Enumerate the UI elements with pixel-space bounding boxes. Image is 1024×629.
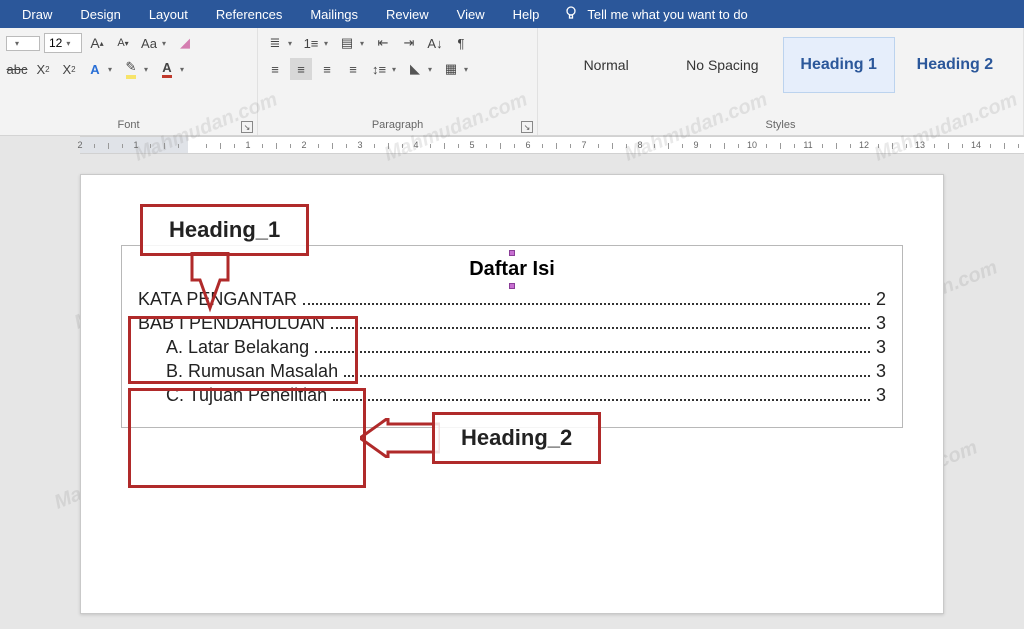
- group-paragraph-label: Paragraph: [372, 119, 423, 131]
- align-left-button[interactable]: ≡: [264, 58, 286, 80]
- ruler-number: 5: [469, 140, 474, 150]
- increase-font-button[interactable]: A▴: [86, 32, 108, 54]
- style-heading-2[interactable]: Heading 2: [899, 37, 1011, 93]
- ruler-number: 7: [581, 140, 586, 150]
- highlight-button[interactable]: ✎: [120, 58, 142, 80]
- resize-handle-icon[interactable]: [509, 250, 515, 256]
- annotation-arrow-icon: [180, 252, 240, 322]
- paragraph-launcher[interactable]: ↘: [521, 121, 533, 133]
- tab-layout[interactable]: Layout: [135, 0, 202, 28]
- align-right-button[interactable]: ≡: [316, 58, 338, 80]
- group-styles-label: Styles: [766, 119, 796, 131]
- sort-button[interactable]: A↓: [424, 32, 446, 54]
- tab-references[interactable]: References: [202, 0, 296, 28]
- ruler-number: 2: [301, 140, 306, 150]
- annotation-arrow-icon: [360, 418, 440, 458]
- increase-indent-button[interactable]: ⇥: [398, 32, 420, 54]
- toc-row-h1[interactable]: KATA PENGANTAR2: [138, 289, 886, 310]
- resize-handle-icon[interactable]: [509, 283, 515, 289]
- tab-review[interactable]: Review: [372, 0, 443, 28]
- strikethrough-button[interactable]: abc: [6, 58, 28, 80]
- align-center-button[interactable]: ≡: [290, 58, 312, 80]
- ribbon-tabs: Draw Design Layout References Mailings R…: [0, 0, 1024, 28]
- ruler-number: 9: [693, 140, 698, 150]
- text-effects-button[interactable]: A: [84, 58, 106, 80]
- annotation-heading2-box: [128, 388, 366, 488]
- tab-mailings[interactable]: Mailings: [296, 0, 372, 28]
- shading-button[interactable]: ◣: [404, 58, 426, 80]
- font-size-combo[interactable]: 12▾: [44, 33, 82, 53]
- ruler-number: 1: [245, 140, 250, 150]
- font-name-combo[interactable]: ▾: [6, 36, 40, 51]
- annotation-heading1-label: Heading_1: [140, 204, 309, 256]
- styles-gallery: Normal No Spacing Heading 1 Heading 2: [548, 32, 1013, 98]
- annotation-heading2-label: Heading_2: [432, 412, 601, 464]
- ruler-number: 6: [525, 140, 530, 150]
- tab-design[interactable]: Design: [66, 0, 134, 28]
- tell-me-label: Tell me what you want to do: [587, 7, 747, 22]
- ruler-number: 8: [637, 140, 642, 150]
- ruler-number: 11: [803, 140, 812, 150]
- style-no-spacing[interactable]: No Spacing: [666, 37, 778, 93]
- ruler-number: 12: [859, 140, 869, 150]
- ribbon: ▾ 12▾ A▴ A▾ Aa▾ ◢ abc X2 X2 A▾ ✎▾ A▾ Fon…: [0, 28, 1024, 136]
- justify-button[interactable]: ≡: [342, 58, 364, 80]
- ruler-number: 13: [915, 140, 925, 150]
- borders-button[interactable]: ▦: [440, 58, 462, 80]
- ruler-number: 2: [77, 140, 82, 150]
- superscript-button[interactable]: X2: [58, 58, 80, 80]
- ruler-number: 10: [747, 140, 757, 150]
- font-launcher[interactable]: ↘: [241, 121, 253, 133]
- lightbulb-icon: [563, 5, 579, 24]
- annotation-heading1-box: [128, 316, 358, 384]
- ruler-number: 14: [971, 140, 981, 150]
- tab-draw[interactable]: Draw: [8, 0, 66, 28]
- ruler-number: 4: [413, 140, 418, 150]
- ruler-area: 21123456789101112131415: [0, 136, 1024, 154]
- document-area: Mahmudan.com Mahmudan.com Mahmudan.com M…: [0, 154, 1024, 614]
- toc-title[interactable]: Daftar Isi: [138, 258, 886, 281]
- ruler-number: 1: [133, 140, 138, 150]
- tell-me-search[interactable]: Tell me what you want to do: [563, 5, 747, 24]
- show-marks-button[interactable]: ¶: [450, 32, 472, 54]
- group-font-label: Font: [117, 119, 139, 131]
- group-paragraph: ≣▾ 1≡▾ ▤▾ ⇤ ⇥ A↓ ¶ ≡ ≡ ≡ ≡ ↕≡▾ ◣▾ ▦▾ Par…: [258, 28, 538, 135]
- decrease-indent-button[interactable]: ⇤: [372, 32, 394, 54]
- multilevel-button[interactable]: ▤: [336, 32, 358, 54]
- font-color-button[interactable]: A: [156, 58, 178, 80]
- style-normal[interactable]: Normal: [550, 37, 662, 93]
- decrease-font-button[interactable]: A▾: [112, 32, 134, 54]
- clear-formatting-button[interactable]: ◢: [174, 32, 196, 54]
- numbering-button[interactable]: 1≡: [300, 32, 322, 54]
- horizontal-ruler[interactable]: 21123456789101112131415: [80, 136, 1024, 154]
- tab-help[interactable]: Help: [499, 0, 554, 28]
- subscript-button[interactable]: X2: [32, 58, 54, 80]
- change-case-button[interactable]: Aa: [138, 32, 160, 54]
- line-spacing-button[interactable]: ↕≡: [368, 58, 390, 80]
- bullets-button[interactable]: ≣: [264, 32, 286, 54]
- ruler-number: 3: [357, 140, 362, 150]
- group-font: ▾ 12▾ A▴ A▾ Aa▾ ◢ abc X2 X2 A▾ ✎▾ A▾ Fon…: [0, 28, 258, 135]
- tab-view[interactable]: View: [443, 0, 499, 28]
- group-styles: Normal No Spacing Heading 1 Heading 2 St…: [538, 28, 1024, 135]
- style-heading-1[interactable]: Heading 1: [783, 37, 895, 93]
